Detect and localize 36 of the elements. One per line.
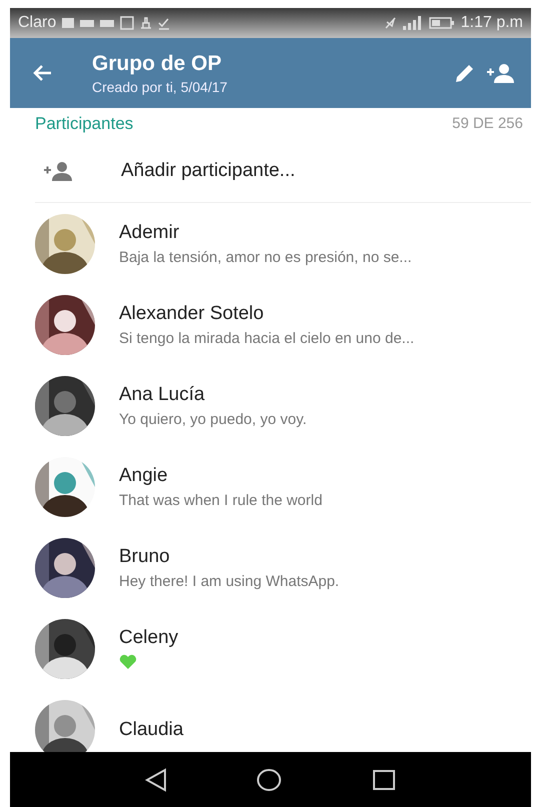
- heart-icon: [119, 654, 137, 670]
- home-icon[interactable]: [256, 768, 282, 792]
- participant-item[interactable]: Ademir Baja la tensión, amor no es presión, no se...: [10, 203, 531, 284]
- add-participant-item[interactable]: Añadir participante...: [35, 139, 531, 203]
- status-text: Hey there! I am using WhatsApp.: [119, 572, 340, 590]
- add-person-icon: [487, 63, 515, 83]
- contact-name: Alexander Sotelo: [119, 302, 265, 324]
- status-text: That was when I rule the world: [119, 492, 322, 508]
- back-arrow-icon: [32, 64, 52, 82]
- mute-icon: [382, 16, 397, 30]
- clock: 1:17 p.m: [460, 14, 523, 32]
- contact-name: Claudia: [119, 718, 184, 740]
- carrier-name: Claro: [18, 14, 56, 32]
- participant-item[interactable]: Bruno Hey there! I am using WhatsApp.: [10, 527, 531, 608]
- status-text: Si tengo la mirada hacia el cielo en uno de...: [119, 330, 414, 346]
- signal-icon: [402, 16, 423, 30]
- contact-name: Angie: [119, 464, 169, 486]
- section-title: Participantes: [35, 114, 134, 134]
- recents-icon[interactable]: [372, 768, 396, 790]
- participant-count: 59 DE 256: [452, 115, 523, 132]
- participant-item[interactable]: Ana Lucía Yo quiero, yo puedo, yo voy.: [10, 365, 531, 446]
- participant-item[interactable]: Celeny: [10, 608, 531, 689]
- status-text: Yo quiero, yo puedo, yo voy.: [119, 410, 307, 428]
- group-title: Grupo de OP: [92, 52, 223, 76]
- status-text: Baja la tensión, amor no es presión, no se...: [119, 248, 412, 266]
- add-person-icon: [44, 160, 74, 180]
- contact-name: Ana Lucía: [119, 384, 206, 406]
- group-subtitle: Creado por ti, 5/04/17: [92, 78, 228, 94]
- contact-name: Ademir: [119, 222, 180, 244]
- pencil-icon: [455, 63, 475, 83]
- participant-item[interactable]: Angie That was when I rule the world: [10, 446, 531, 527]
- back-icon[interactable]: [144, 768, 167, 792]
- contact-name: Bruno: [119, 546, 171, 568]
- participant-item[interactable]: Alexander Sotelo Si tengo la mirada hacia el cielo en uno de...: [10, 284, 531, 365]
- battery-icon: [428, 16, 455, 30]
- contact-name: Celeny: [119, 627, 178, 649]
